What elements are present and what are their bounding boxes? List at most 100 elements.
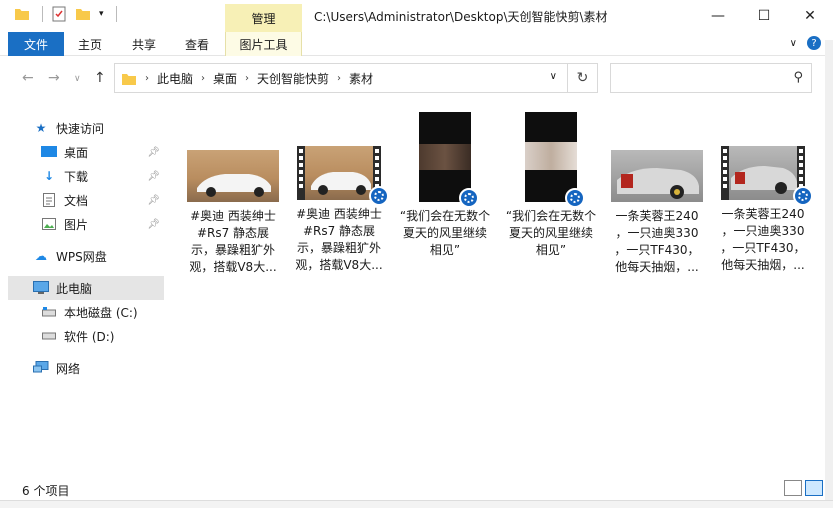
forward-arrow-icon[interactable]: → (48, 70, 60, 86)
tab-file[interactable]: 文件 (8, 32, 64, 56)
file-item[interactable]: “我们会在无数个 夏天的风里继续 相见” (498, 108, 604, 259)
sidebar-item-label: 网络 (56, 361, 81, 376)
drive-icon (40, 328, 58, 344)
video-thumbnail (297, 146, 389, 206)
file-item[interactable]: “我们会在无数个 夏天的风里继续 相见” (392, 108, 498, 259)
tab-view[interactable]: 查看 (172, 32, 222, 56)
pin-icon[interactable]: 📌︎ (147, 171, 160, 182)
help-icon[interactable]: ? (807, 36, 821, 50)
video-player-icon (565, 188, 585, 208)
minimize-button[interactable]: — (695, 0, 741, 32)
sidebar-item-quick-access[interactable]: ★ 快速访问 (8, 116, 164, 140)
video-player-icon (459, 188, 479, 208)
explorer-window: ▾ 管理 C:\Users\Administrator\Desktop\天创智能… (0, 0, 833, 508)
search-input[interactable]: ⚲ (610, 63, 812, 93)
sidebar-item-label: 软件 (D:) (64, 329, 115, 344)
file-list: #奥迪 西装绅士 #Rs7 静态展 示，暴躁粗犷外 观，搭载V8大... #奥迪 西装… (176, 108, 816, 478)
sidebar-item-downloads[interactable]: ↓ 下载 📌︎ (8, 164, 164, 188)
computer-icon (32, 280, 50, 296)
tab-picture-tools[interactable]: 图片工具 (225, 32, 302, 56)
large-icons-view-icon[interactable] (805, 480, 823, 496)
cloud-icon: ☁ (35, 249, 47, 263)
navigation-pane: ★ 快速访问 桌面 📌︎ ↓ 下载 📌︎ 文档 📌︎ 图片 📌︎ ☁ WPS网盘 (8, 108, 164, 478)
ribbon-tabs: 文件 主页 共享 查看 图片工具 ∨ ? (0, 32, 833, 56)
tab-manage[interactable]: 管理 (225, 4, 302, 32)
video-thumbnail (721, 146, 813, 206)
breadcrumb-desktop[interactable]: 桌面 (205, 70, 245, 87)
document-icon (40, 192, 58, 208)
sidebar-item-drive-d[interactable]: 软件 (D:) (8, 324, 164, 348)
ribbon-right-controls: ∨ ? (790, 36, 821, 50)
sidebar-item-this-pc[interactable]: 此电脑 (8, 276, 164, 300)
pin-icon[interactable]: 📌︎ (147, 195, 160, 206)
file-name: “我们会在无数个 夏天的风里继续 相见” (505, 209, 597, 257)
back-arrow-icon[interactable]: ← (22, 70, 34, 86)
sidebar-item-label: 文档 (64, 193, 89, 208)
new-folder-icon[interactable] (75, 6, 91, 22)
tab-share[interactable]: 共享 (118, 32, 170, 56)
desktop-icon (40, 144, 58, 160)
vertical-scrollbar[interactable] (825, 40, 833, 508)
status-item-count: 6 个项目 (22, 484, 70, 498)
sidebar-item-wps-cloud[interactable]: ☁ WPS网盘 (8, 244, 164, 268)
sidebar-item-label: 桌面 (64, 145, 89, 160)
file-item[interactable]: #奥迪 西装绅士 #Rs7 静态展 示，暴躁粗犷外 观，搭载V8大... (180, 108, 286, 276)
breadcrumb-app-folder[interactable]: 天创智能快剪 (249, 70, 337, 87)
video-thumbnail (525, 112, 585, 208)
picture-icon (40, 216, 58, 232)
search-icon: ⚲ (793, 70, 803, 85)
file-item[interactable]: #奥迪 西装绅士 #Rs7 静态展 示，暴躁粗犷外 观，搭载V8大... (286, 108, 392, 274)
file-name: 一条芙蓉王240 ，一只迪奥330 ，一只TF430， 他每天抽烟，... (720, 207, 806, 272)
sidebar-item-desktop[interactable]: 桌面 📌︎ (8, 140, 164, 164)
sidebar-item-label: 图片 (64, 217, 89, 232)
network-icon (32, 360, 50, 376)
file-name: #奥迪 西装绅士 #Rs7 静态展 示，暴躁粗犷外 观，搭载V8大... (295, 207, 383, 272)
folder-icon[interactable] (14, 6, 30, 22)
video-thumbnail (419, 112, 479, 208)
breadcrumb-materials[interactable]: 素材 (341, 70, 381, 87)
address-dropdown-icon[interactable]: ∨ (550, 71, 557, 82)
folder-icon (122, 73, 136, 85)
recent-locations-icon[interactable]: ∨ (74, 74, 81, 84)
quick-access-toolbar: ▾ (14, 6, 117, 22)
star-icon: ★ (35, 121, 47, 135)
file-item[interactable]: 一条芙蓉王240 ，一只迪奥330 ，一只TF430， 他每天抽烟，... (710, 108, 816, 274)
breadcrumb: › 此电脑 › 桌面 › 天创智能快剪 › 素材 (121, 70, 381, 87)
refresh-icon: ↻ (576, 70, 589, 86)
chevron-down-icon[interactable]: ▾ (99, 9, 104, 19)
sidebar-item-label: 本地磁盘 (C:) (64, 305, 138, 320)
sidebar-item-network[interactable]: 网络 (8, 356, 164, 380)
file-name: #奥迪 西装绅士 #Rs7 静态展 示，暴躁粗犷外 观，搭载V8大... (189, 209, 277, 274)
tab-home[interactable]: 主页 (66, 32, 114, 56)
sidebar-item-pictures[interactable]: 图片 📌︎ (8, 212, 164, 236)
up-arrow-icon[interactable]: ↑ (94, 70, 106, 86)
maximize-button[interactable]: ☐ (741, 0, 787, 32)
image-thumbnail (187, 150, 279, 202)
file-item[interactable]: 一条芙蓉王240 ，一只迪奥330 ，一只TF430， 他每天抽烟，... (604, 108, 710, 276)
sidebar-item-label: 此电脑 (56, 281, 93, 296)
breadcrumb-this-pc[interactable]: 此电脑 (149, 70, 201, 87)
sidebar-item-label: 快速访问 (56, 121, 105, 136)
video-player-icon (369, 186, 389, 206)
sidebar-item-documents[interactable]: 文档 📌︎ (8, 188, 164, 212)
pin-icon[interactable]: 📌︎ (147, 147, 160, 158)
file-name: “我们会在无数个 夏天的风里继续 相见” (399, 209, 491, 257)
file-name: 一条芙蓉王240 ，一只迪奥330 ，一只TF430， 他每天抽烟，... (614, 209, 700, 274)
divider (115, 6, 117, 22)
refresh-button[interactable]: ↻ (568, 63, 598, 93)
drive-icon (40, 304, 58, 320)
sidebar-item-label: 下载 (64, 169, 89, 184)
details-view-icon[interactable] (784, 480, 802, 496)
pin-icon[interactable]: 📌︎ (147, 219, 160, 230)
expand-ribbon-icon[interactable]: ∨ (790, 38, 797, 49)
window-title: C:\Users\Administrator\Desktop\天创智能快剪\素材 (314, 10, 608, 24)
video-player-icon (793, 186, 813, 206)
properties-icon[interactable] (51, 6, 67, 22)
sidebar-item-drive-c[interactable]: 本地磁盘 (C:) (8, 300, 164, 324)
close-button[interactable]: ✕ (787, 0, 833, 32)
image-thumbnail (611, 150, 703, 202)
address-bar[interactable]: › 此电脑 › 桌面 › 天创智能快剪 › 素材 ∨ (114, 63, 568, 93)
divider (42, 6, 43, 22)
sidebar-item-label: WPS网盘 (56, 249, 107, 264)
window-controls: — ☐ ✕ (695, 0, 833, 32)
